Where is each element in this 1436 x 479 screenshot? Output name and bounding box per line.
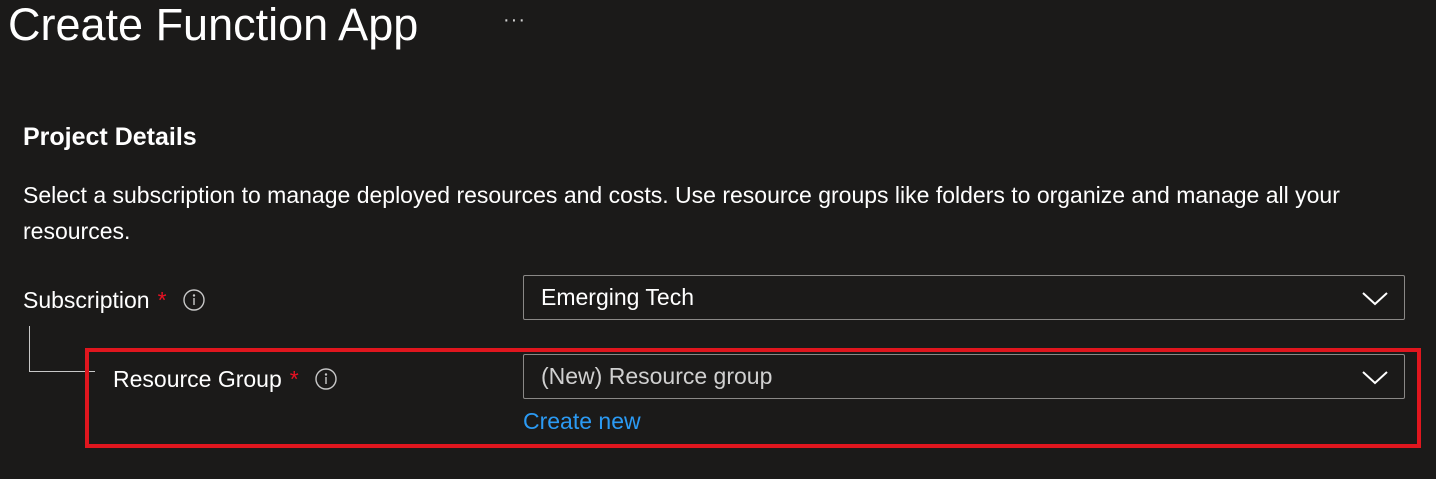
section-description: Select a subscription to manage deployed… <box>23 182 1340 244</box>
page-title: Create Function App <box>8 0 419 50</box>
section-heading: Project Details <box>23 123 197 151</box>
subscription-select[interactable]: Emerging Tech <box>523 275 1405 320</box>
create-function-app-page: Create Function App ··· Project Details … <box>0 0 1436 479</box>
highlight-box <box>85 348 1421 448</box>
subscription-select-value: Emerging Tech <box>541 284 694 310</box>
info-icon[interactable] <box>182 289 205 311</box>
subscription-label: Subscription <box>23 287 150 313</box>
required-marker: * <box>157 287 167 313</box>
subscription-label-row: Subscription * <box>23 286 205 314</box>
more-options-button[interactable]: ··· <box>503 10 526 30</box>
chevron-down-icon <box>1362 292 1388 306</box>
